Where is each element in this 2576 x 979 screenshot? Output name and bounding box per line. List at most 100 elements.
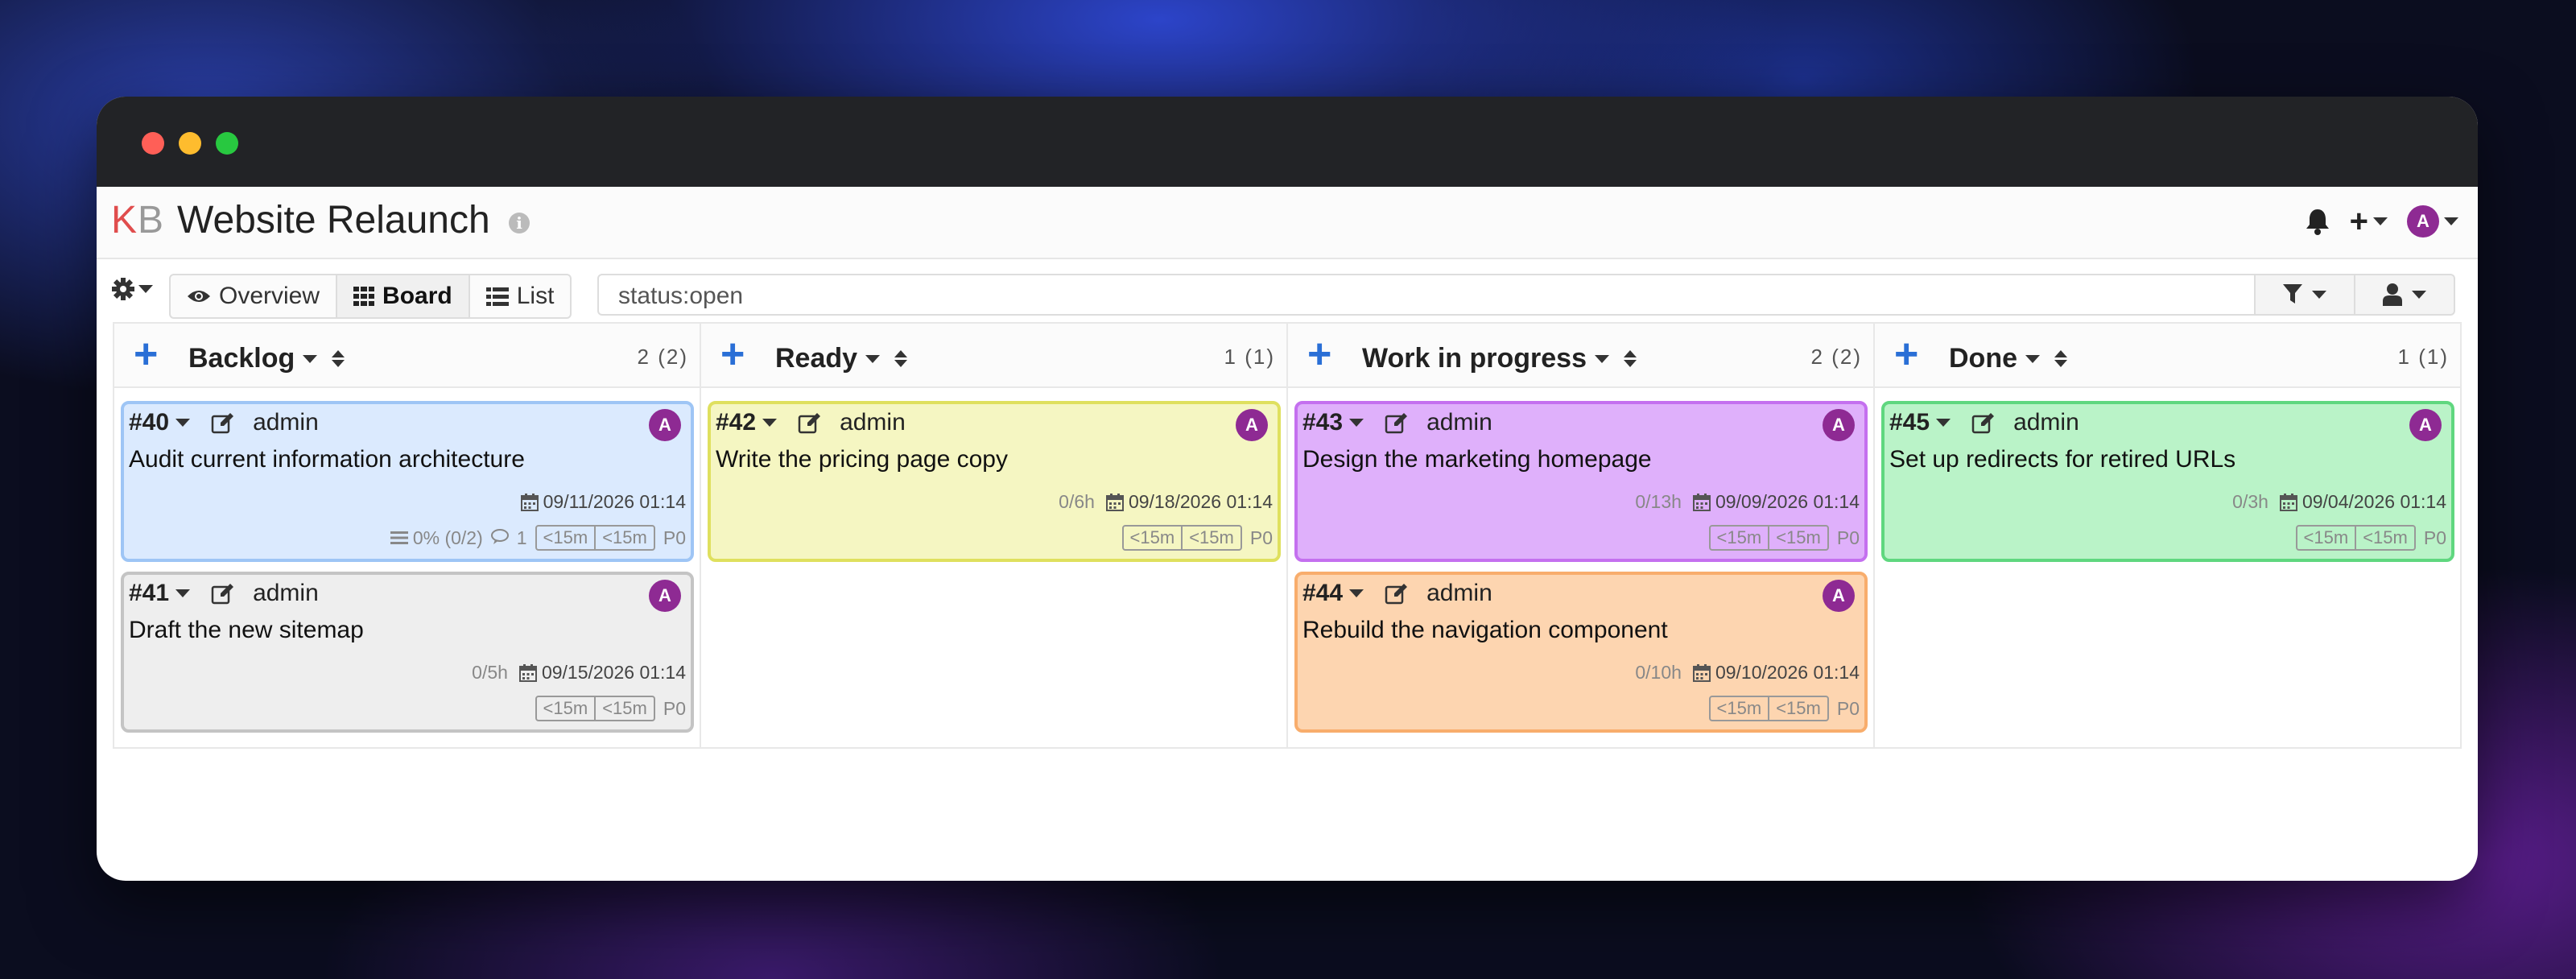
- task-title[interactable]: Draft the new sitemap: [129, 617, 364, 644]
- column-count-total: (2): [1831, 345, 1862, 369]
- add-task-button[interactable]: +: [1894, 333, 1918, 375]
- task-title[interactable]: Design the marketing homepage: [1302, 446, 1652, 473]
- task-id-menu[interactable]: #45 admin: [1889, 409, 2079, 436]
- column-title: Done: [1949, 343, 2017, 374]
- column-title-menu[interactable]: Ready: [775, 343, 908, 374]
- calendar-icon: [1692, 663, 1711, 682]
- avatar: A: [1823, 580, 1855, 612]
- time-estimated-chip: <15m: [1768, 697, 1827, 720]
- filter-dropdown-button[interactable]: [2256, 274, 2355, 316]
- time-spent-chip: <15m: [543, 698, 588, 718]
- column-title: Backlog: [188, 343, 295, 374]
- calendar-icon: [1105, 493, 1124, 511]
- time-estimated-chip: <15m: [594, 697, 654, 720]
- window-titlebar: [97, 97, 2478, 187]
- task-card[interactable]: #40 admin A Audit current information ar…: [121, 401, 694, 562]
- chevron-down-icon: [138, 285, 153, 293]
- add-menu-button[interactable]: +: [2350, 204, 2388, 240]
- column-count: 2 (2): [1811, 345, 1862, 370]
- task-card[interactable]: #43 admin A Design the marketing homepag…: [1294, 401, 1868, 562]
- task-card[interactable]: #41 admin A Draft the new sitemap 0/5h 0…: [121, 572, 694, 733]
- page-title: Website Relaunch: [177, 199, 490, 242]
- task-due-date: 09/18/2026 01:14: [1105, 491, 1273, 513]
- user-menu-button[interactable]: A: [2407, 205, 2458, 238]
- sort-icon[interactable]: [332, 350, 345, 367]
- chevron-down-icon: [1349, 589, 1364, 597]
- maximize-window-button[interactable]: [216, 132, 238, 155]
- time-estimate: <15m <15m: [535, 525, 655, 551]
- list-icon: [485, 287, 509, 306]
- edit-icon[interactable]: [1971, 411, 1996, 434]
- column-title-menu[interactable]: Work in progress: [1362, 343, 1637, 374]
- time-estimate: <15m <15m: [1121, 525, 1242, 551]
- task-id-menu[interactable]: #41 admin: [129, 580, 319, 607]
- edit-icon[interactable]: [1385, 582, 1409, 605]
- task-meta: 09/11/2026 01:14: [520, 491, 686, 513]
- comments-count[interactable]: 1: [490, 527, 527, 549]
- chevron-down-icon: [2025, 354, 2040, 363]
- task-id-menu[interactable]: #44 admin: [1302, 580, 1492, 607]
- calendar-icon: [518, 663, 537, 682]
- column-title-menu[interactable]: Backlog: [188, 343, 345, 374]
- column-count-open: 1: [2397, 345, 2411, 369]
- edit-icon[interactable]: [798, 411, 822, 434]
- list-view-button[interactable]: List: [470, 275, 571, 317]
- avatar: A: [2409, 409, 2442, 441]
- calendar-icon: [2279, 493, 2297, 511]
- task-title[interactable]: Rebuild the navigation component: [1302, 617, 1668, 644]
- sort-icon[interactable]: [894, 350, 908, 367]
- task-date-text: 09/09/2026 01:14: [1715, 491, 1860, 512]
- task-due-date: 09/15/2026 01:14: [518, 662, 686, 684]
- overview-label: Overview: [219, 283, 320, 309]
- task-card[interactable]: #42 admin A Write the pricing page copy …: [708, 401, 1281, 562]
- time-spent-chip: <15m: [1716, 527, 1762, 547]
- add-task-button[interactable]: +: [134, 333, 158, 375]
- user-filter-button[interactable]: [2355, 274, 2455, 316]
- edit-icon[interactable]: [211, 411, 235, 434]
- edit-icon[interactable]: [1385, 411, 1409, 434]
- task-id: #40: [129, 409, 170, 436]
- time-tracking: 0/10h: [1635, 662, 1682, 683]
- column-work-in-progress: + Work in progress 2 (2) #43 admin A Des…: [1288, 324, 1875, 747]
- column-count: 1 (1): [2398, 345, 2449, 370]
- task-title[interactable]: Write the pricing page copy: [716, 446, 1008, 473]
- column-header: + Backlog 2 (2): [114, 324, 700, 388]
- task-title[interactable]: Audit current information architecture: [129, 446, 525, 473]
- task-card[interactable]: #44 admin A Rebuild the navigation compo…: [1294, 572, 1868, 733]
- project-settings-menu[interactable]: [111, 277, 153, 301]
- logo-b: B: [138, 199, 165, 242]
- bell-icon[interactable]: [2305, 208, 2330, 235]
- logo-k: K: [111, 199, 138, 242]
- task-title[interactable]: Set up redirects for retired URLs: [1889, 446, 2235, 473]
- task-id-menu[interactable]: #40 admin: [129, 409, 319, 436]
- search-input[interactable]: status:open: [597, 274, 2256, 316]
- sort-icon[interactable]: [1624, 350, 1637, 367]
- close-window-button[interactable]: [142, 132, 164, 155]
- add-task-button[interactable]: +: [720, 333, 745, 375]
- task-id-menu[interactable]: #43 admin: [1302, 409, 1492, 436]
- task-id-menu[interactable]: #42 admin: [716, 409, 906, 436]
- task-priority: P0: [663, 527, 686, 548]
- app-window: KB Website Relaunch i + A Overview Board…: [97, 97, 2478, 881]
- task-card[interactable]: #45 admin A Set up redirects for retired…: [1881, 401, 2454, 562]
- task-date-text: 09/10/2026 01:14: [1715, 662, 1860, 683]
- edit-icon[interactable]: [211, 582, 235, 605]
- chevron-down-icon: [175, 589, 191, 597]
- task-id: #45: [1889, 409, 1930, 436]
- minimize-window-button[interactable]: [179, 132, 201, 155]
- board-view-button[interactable]: Board: [337, 275, 470, 317]
- column-count-total: (2): [658, 345, 688, 369]
- chevron-down-icon: [2312, 291, 2326, 299]
- column-count-open: 2: [1810, 345, 1824, 369]
- add-task-button[interactable]: +: [1307, 333, 1331, 375]
- overview-view-button[interactable]: Overview: [171, 275, 338, 317]
- avatar: A: [1236, 409, 1268, 441]
- sort-icon[interactable]: [2054, 350, 2067, 367]
- column-title-menu[interactable]: Done: [1949, 343, 2067, 374]
- task-meta: 0/5h 09/15/2026 01:14: [472, 662, 686, 684]
- info-icon[interactable]: i: [509, 213, 530, 233]
- kanboard-logo[interactable]: KB: [111, 198, 164, 242]
- subtasks-progress[interactable]: 0% (0/2): [390, 527, 483, 549]
- column-count-total: (1): [1245, 345, 1275, 369]
- task-meta-row: <15m <15m P0: [1708, 696, 1860, 721]
